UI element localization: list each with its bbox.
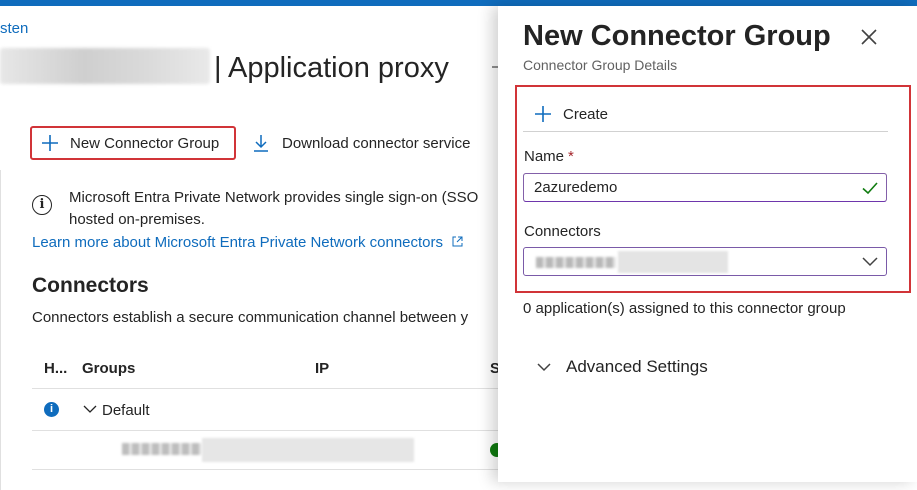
new-connector-group-panel: New Connector Group Connector Group Deta… — [498, 6, 917, 482]
checkmark-icon — [862, 182, 878, 195]
advanced-settings-toggle[interactable]: Advanced Settings — [536, 352, 708, 382]
breadcrumb-link[interactable]: sten — [0, 20, 28, 37]
info-text-line1: Microsoft Entra Private Network provides… — [69, 189, 479, 206]
advanced-settings-label: Advanced Settings — [566, 357, 708, 376]
required-marker: * — [568, 148, 574, 165]
external-link-icon — [449, 236, 463, 250]
info-icon: i — [32, 195, 52, 215]
chevron-down-icon — [537, 363, 551, 372]
download-connector-service-button[interactable]: Download connector service — [252, 126, 470, 160]
new-connector-group-button[interactable]: New Connector Group — [30, 126, 236, 160]
form-highlight-box: Create Name* Connectors — [515, 85, 911, 293]
redacted-title-prefix — [0, 48, 210, 84]
panel-subtitle: Connector Group Details — [523, 57, 678, 73]
info-text-line2: hosted on-premises. — [69, 211, 205, 228]
name-input[interactable] — [523, 173, 887, 202]
table-row[interactable]: i Default — [32, 390, 502, 431]
plus-icon — [40, 133, 60, 153]
table-header: H... Groups IP S — [32, 352, 502, 389]
redacted-connector-name — [122, 443, 202, 455]
form-divider — [523, 131, 888, 132]
column-header-health[interactable]: H... — [44, 360, 67, 377]
info-text: Microsoft Entra Private Network provides… — [69, 187, 509, 231]
assigned-applications-text: 0 application(s) assigned to this connec… — [523, 300, 846, 317]
create-label: Create — [563, 105, 609, 123]
plus-icon — [533, 104, 553, 124]
content-divider — [0, 170, 1, 490]
column-header-groups[interactable]: Groups — [82, 360, 135, 377]
redacted-connector-value-detail — [618, 251, 728, 273]
connectors-label: Connectors — [524, 223, 601, 240]
redacted-connector-detail — [202, 438, 414, 462]
create-button[interactable]: Create — [533, 99, 608, 129]
chevron-down-icon — [862, 257, 878, 267]
command-bar: New Connector Group Download connector s… — [30, 126, 500, 162]
name-label: Name * — [524, 148, 574, 165]
info-icon: i — [44, 402, 59, 417]
download-icon — [252, 133, 270, 153]
chevron-down-icon[interactable] — [82, 401, 98, 417]
download-connector-service-label: Download connector service — [282, 134, 471, 152]
panel-title: New Connector Group — [523, 20, 831, 52]
table-row[interactable] — [32, 431, 504, 470]
connectors-dropdown[interactable] — [523, 247, 887, 276]
redacted-connector-value — [536, 257, 616, 268]
learn-more-label: Learn more about Microsoft Entra Private… — [32, 234, 444, 251]
column-header-ip[interactable]: IP — [315, 360, 329, 377]
close-icon — [861, 29, 877, 45]
connectors-description: Connectors establish a secure communicat… — [32, 309, 469, 326]
new-connector-group-label: New Connector Group — [70, 134, 220, 152]
close-button[interactable] — [858, 26, 880, 48]
learn-more-link[interactable]: Learn more about Microsoft Entra Private… — [32, 234, 463, 251]
group-name: Default — [102, 402, 150, 419]
name-label-text: Name — [524, 148, 565, 165]
page-title: | Application proxy — [214, 52, 449, 84]
connectors-heading: Connectors — [32, 274, 149, 297]
